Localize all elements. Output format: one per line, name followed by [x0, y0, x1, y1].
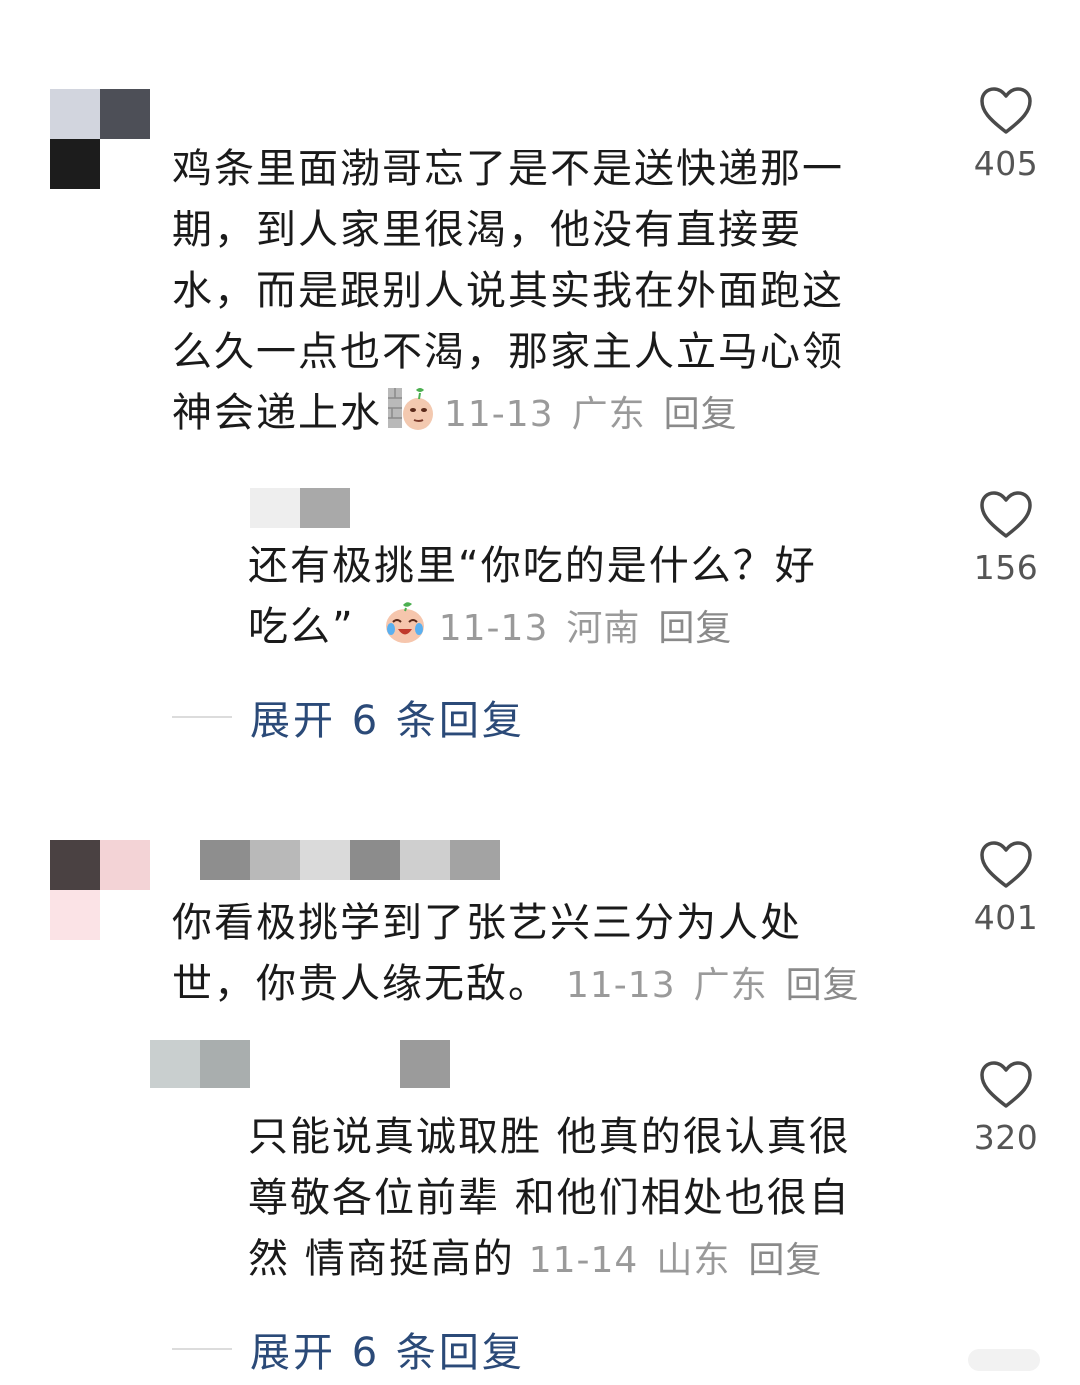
name-pixel: [200, 1040, 250, 1088]
comment-location: 河南: [566, 608, 641, 649]
username-mosaic[interactable]: [150, 1040, 450, 1088]
comment-line: 么久一点也不渴，那家主人立马心领: [172, 329, 844, 375]
expand-replies-button[interactable]: 展开 6 条回复: [250, 688, 525, 746]
comment-date: 11-14: [528, 1240, 639, 1281]
comment-text: 鸡条里面渤哥忘了是不是送快递那一 期，到人家里很渴，他没有直接要 水，而是跟别人…: [172, 139, 932, 445]
heart-icon[interactable]: [979, 1060, 1033, 1110]
name-pixel: [250, 1040, 300, 1088]
divider: [172, 1348, 232, 1350]
avatar-pixel: [100, 89, 150, 139]
crying-laugh-emoji-icon: [385, 602, 424, 643]
comment-location: 广东: [571, 394, 646, 435]
avatar-pixel: [50, 890, 100, 940]
avatar-pixel: [50, 840, 100, 890]
reply-button[interactable]: 回复: [786, 965, 860, 1006]
name-pixel: [250, 840, 300, 880]
comment-list: 鸡条里面渤哥忘了是不是送快递那一 期，到人家里很渴，他没有直接要 水，而是跟别人…: [0, 0, 1080, 1385]
comment-line: 期，到人家里很渴，他没有直接要: [172, 207, 802, 253]
name-pixel: [400, 1040, 450, 1088]
heart-icon[interactable]: [979, 86, 1033, 136]
name-pixel: [300, 488, 350, 528]
name-pixel: [350, 840, 400, 880]
comment-text: 你看极挑学到了张艺兴三分为人处 世，你贵人缘无敌。 11-13 广东 回复: [172, 893, 932, 1016]
comment-line: 世，你贵人缘无敌。 11-13 广东 回复: [172, 961, 860, 1007]
comment-line: 还有极挑里“你吃的是什么？好: [248, 543, 817, 589]
comment-date: 11-13: [566, 965, 676, 1006]
avatar-pixel: [50, 139, 100, 189]
like-control[interactable]: 156: [966, 490, 1046, 587]
name-pixel: [150, 1040, 200, 1088]
comment-location: 广东: [693, 965, 768, 1006]
expand-replies[interactable]: 展开 6 条回复: [172, 1320, 525, 1378]
reply-text: 还有极挑里“你吃的是什么？好 吃么” 11-13 河南 回复: [248, 536, 938, 659]
avatar-pixel: [100, 139, 150, 189]
like-count: 401: [973, 898, 1039, 937]
avatar[interactable]: [50, 89, 150, 189]
name-pixel: [300, 840, 350, 880]
name-pixel: [250, 488, 300, 528]
comment-date: 11-13: [438, 608, 549, 649]
comment-line: 然 情商挺高的 11-14 山东 回复: [248, 1236, 823, 1282]
divider: [172, 716, 232, 718]
name-pixel: [300, 1040, 350, 1088]
reply-button[interactable]: 回复: [748, 1240, 822, 1281]
like-count: 156: [973, 548, 1039, 587]
like-count: 320: [973, 1118, 1039, 1157]
like-count: 405: [973, 144, 1039, 183]
avatar-pixel: [100, 890, 150, 940]
comment-location: 山东: [656, 1240, 731, 1281]
expand-replies-button[interactable]: 展开 6 条回复: [250, 1320, 525, 1378]
heart-icon[interactable]: [979, 840, 1033, 890]
like-control[interactable]: 405: [966, 86, 1046, 183]
username-mosaic[interactable]: [200, 840, 500, 880]
name-pixel: [350, 1040, 400, 1088]
reply-button[interactable]: 回复: [664, 394, 738, 435]
comment-line: 水，而是跟别人说其实我在外面跑这: [172, 268, 844, 314]
expand-replies[interactable]: 展开 6 条回复: [172, 688, 525, 746]
like-control[interactable]: 320: [966, 1060, 1046, 1157]
reply-text: 只能说真诚取胜 他真的很认真很 尊敬各位前辈 和他们相处也很自 然 情商挺高的 1…: [248, 1107, 938, 1291]
wall-peek-emoji-icon: [388, 388, 433, 430]
reply-button[interactable]: 回复: [658, 608, 732, 649]
username-mosaic[interactable]: [250, 488, 350, 528]
comment-line: 神会递上水 11-13 广东 回复: [172, 383, 932, 445]
name-pixel: [400, 840, 450, 880]
comment-line: 你看极挑学到了张艺兴三分为人处: [172, 900, 802, 946]
like-control[interactable]: 401: [966, 840, 1046, 937]
comment-line: 尊敬各位前辈 和他们相处也很自: [248, 1175, 851, 1221]
comment-date: 11-13: [444, 394, 554, 435]
watermark: [968, 1349, 1040, 1371]
comment-line: 吃么” 11-13 河南 回复: [248, 597, 938, 659]
avatar-pixel: [50, 89, 100, 139]
heart-icon[interactable]: [979, 490, 1033, 540]
avatar[interactable]: [50, 840, 150, 940]
comment-line: 鸡条里面渤哥忘了是不是送快递那一: [172, 146, 844, 192]
comment-line: 只能说真诚取胜 他真的很认真很: [248, 1114, 851, 1160]
name-pixel: [450, 840, 500, 880]
avatar-pixel: [100, 840, 150, 890]
name-pixel: [200, 840, 250, 880]
